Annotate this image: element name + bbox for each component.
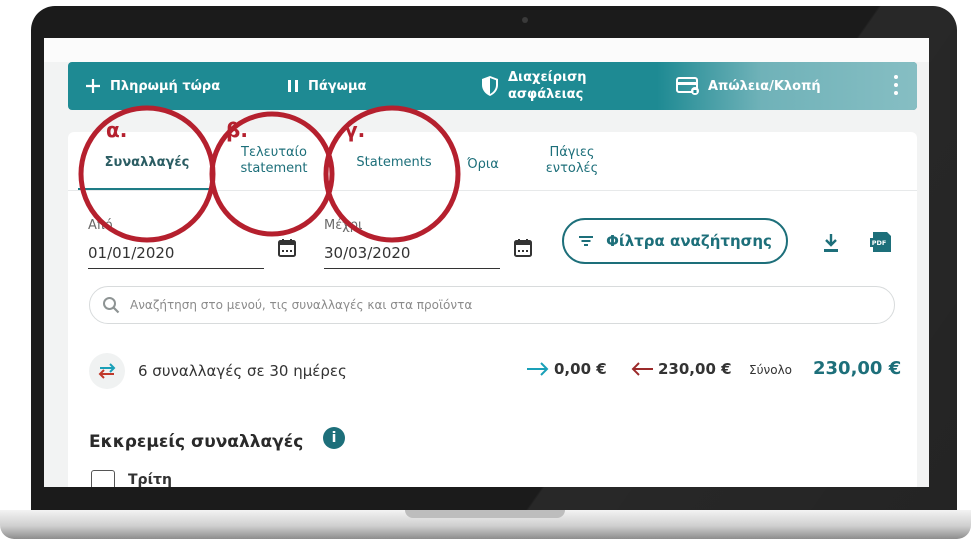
- tab-statements[interactable]: Statements: [339, 155, 449, 171]
- calendar-icon[interactable]: [277, 238, 297, 258]
- pause-icon: [288, 80, 298, 92]
- info-icon[interactable]: i: [323, 427, 345, 449]
- date-from-input[interactable]: 01/01/2020: [88, 244, 174, 262]
- search-filters-button[interactable]: Φίλτρα αναζήτησης: [562, 218, 788, 264]
- search-input[interactable]: Αναζήτηση στο μενού, τις συναλλαγές και …: [89, 286, 895, 324]
- tab-standing-orders[interactable]: Πάγιες εντολές: [520, 145, 624, 177]
- annotation-label-c: γ.: [344, 118, 366, 142]
- top-strip: [44, 38, 929, 62]
- pdf-icon[interactable]: PDF: [870, 231, 892, 253]
- plus-icon: [86, 79, 100, 93]
- tab-transactions[interactable]: Συναλλαγές: [82, 155, 212, 171]
- pending-transactions-title: Εκκρεμείς συναλλαγές: [89, 432, 304, 452]
- more-options-icon[interactable]: [893, 75, 899, 97]
- calendar-day-icon: [91, 470, 115, 487]
- tab-last-statement[interactable]: Τελευταίο statement: [217, 145, 331, 177]
- security-management-button[interactable]: Διαχείριση ασφάλειας: [480, 62, 587, 110]
- laptop-notch: [405, 510, 565, 518]
- incoming-amount: 0,00 €: [526, 360, 607, 378]
- date-to-label: Μέχρι: [324, 218, 363, 233]
- tab-limits[interactable]: Όρια: [456, 157, 510, 173]
- loss-theft-button[interactable]: Απώλεια/Κλοπή: [676, 62, 821, 110]
- day-label: Τρίτη: [128, 472, 172, 487]
- transfer-arrows-icon: [89, 353, 125, 389]
- date-from-label: Από: [88, 218, 113, 233]
- annotation-label-a: α.: [106, 118, 128, 142]
- pay-now-button[interactable]: Πληρωμή τώρα: [84, 62, 220, 110]
- total-value: 230,00 €: [813, 358, 902, 379]
- action-bar: Πληρωμή τώρα Πάγωμα Διαχείριση ασφάλειας …: [68, 62, 917, 110]
- arrow-right-icon: [527, 362, 549, 376]
- app-screen: Πληρωμή τώρα Πάγωμα Διαχείριση ασφάλειας …: [44, 38, 929, 487]
- arrow-left-icon: [631, 362, 653, 376]
- outgoing-amount: 230,00 €: [630, 360, 732, 378]
- svg-text:PDF: PDF: [872, 239, 887, 247]
- transactions-card: Συναλλαγές Τελευταίο statement Statements…: [68, 132, 917, 487]
- camera-icon: [522, 17, 528, 23]
- download-icon[interactable]: [822, 232, 840, 254]
- transaction-count: 6 συναλλαγές σε 30 ημέρες: [138, 362, 347, 380]
- date-to-input[interactable]: 30/03/2020: [324, 244, 410, 262]
- annotation-label-b: β.: [226, 118, 248, 142]
- filter-icon: [579, 236, 594, 246]
- card-lock-icon: [676, 77, 699, 95]
- total-label: Σύνολο: [749, 363, 793, 377]
- search-icon: [103, 297, 120, 314]
- calendar-icon[interactable]: [513, 238, 533, 258]
- shield-icon: [482, 76, 498, 96]
- freeze-button[interactable]: Πάγωμα: [286, 62, 366, 110]
